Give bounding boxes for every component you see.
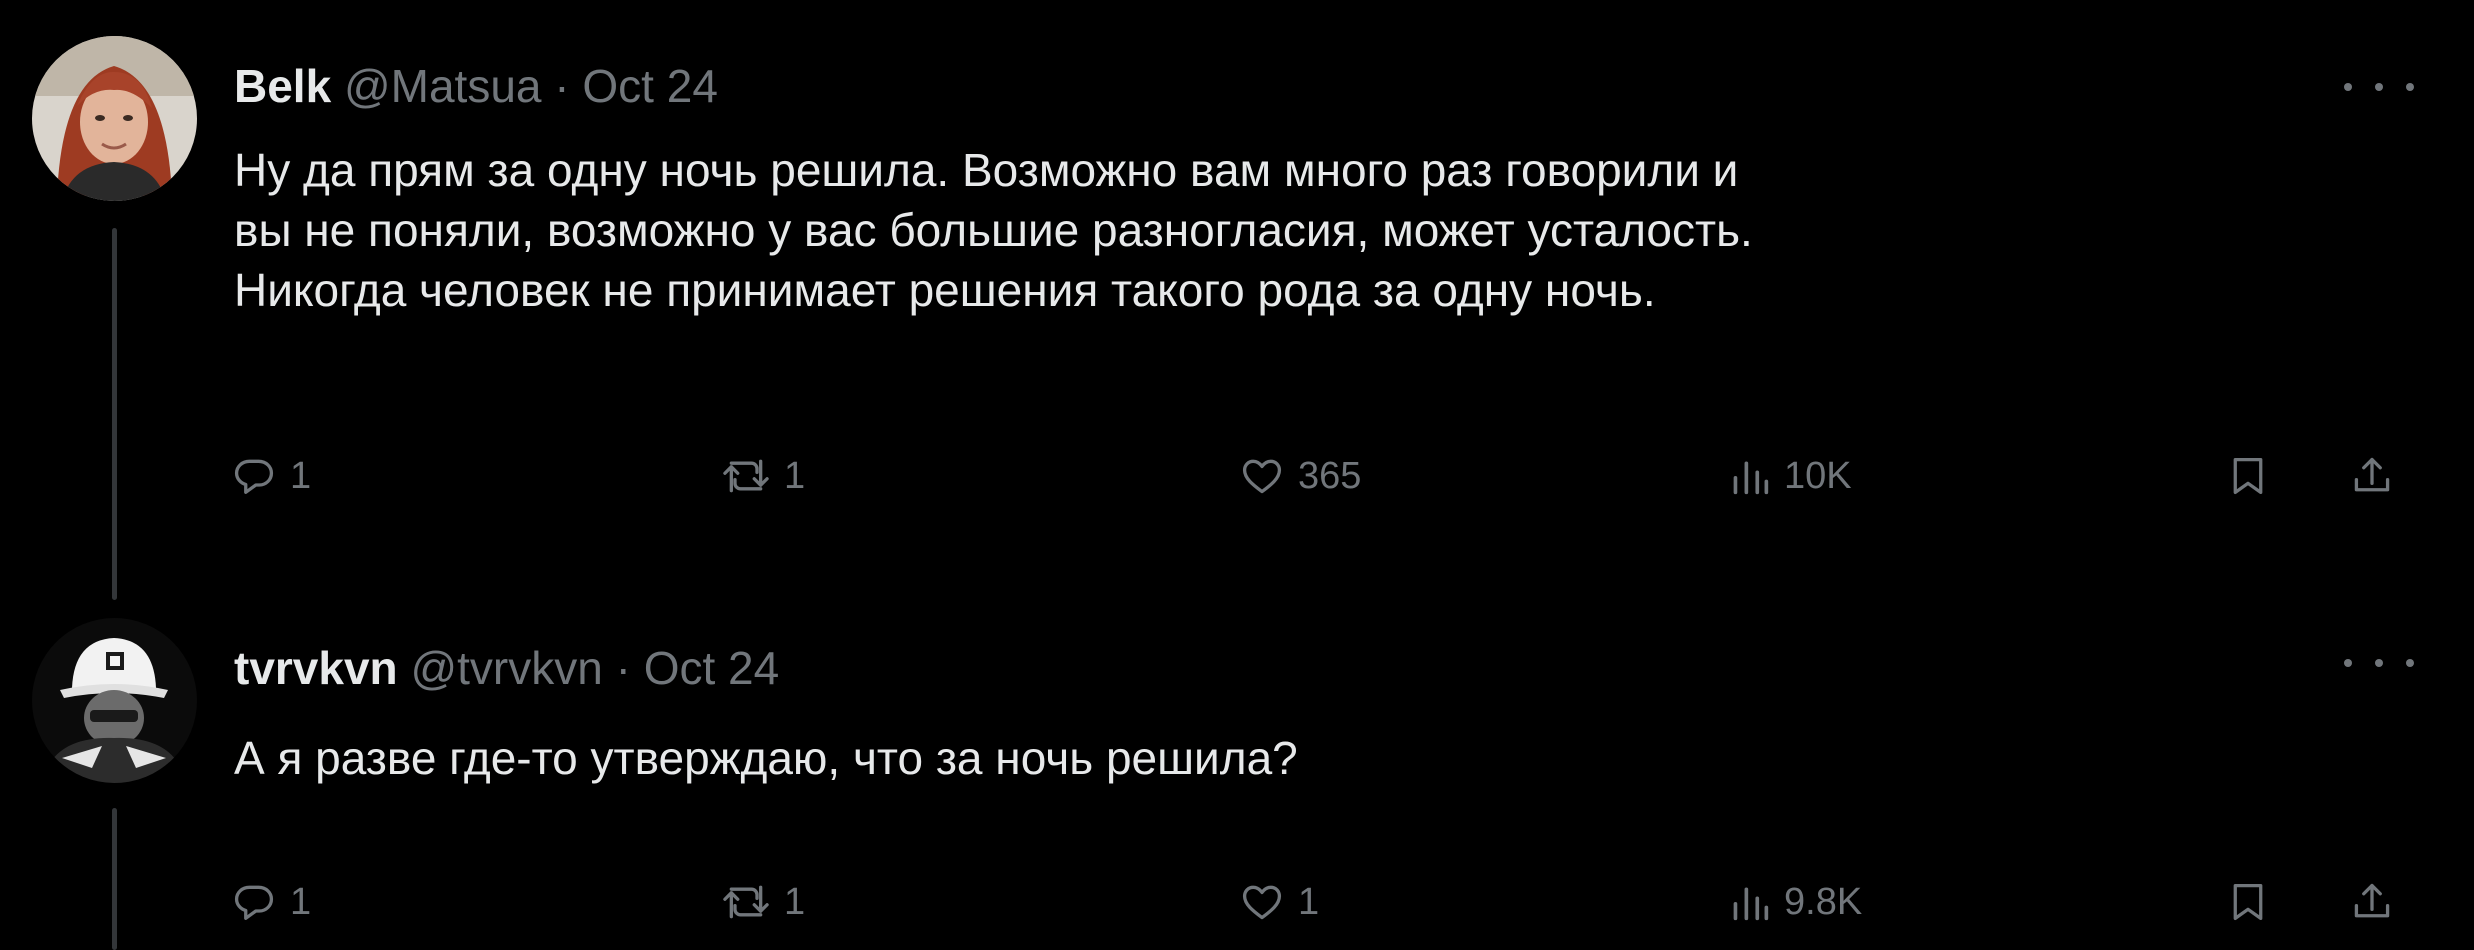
like-count: 1 [1298, 880, 1320, 923]
author-name[interactable]: Belk [234, 60, 331, 112]
like-button[interactable]: 1 [1240, 872, 1319, 932]
tweet-text: Ну да прям за одну ночь решила. Возможно… [234, 140, 2424, 320]
views-button[interactable]: 9.8K [1730, 872, 1862, 932]
separator-dot: · [554, 60, 570, 112]
bookmark-icon [2233, 884, 2263, 920]
share-icon [2354, 883, 2390, 918]
tweet-date[interactable]: Oct 24 [644, 642, 780, 694]
tweet-text-line: Ну да прям за одну ночь решила. Возможно… [234, 144, 1739, 196]
avatar[interactable] [32, 36, 197, 201]
more-horizontal-icon[interactable] [2344, 648, 2414, 678]
more-horizontal-icon[interactable] [2344, 72, 2414, 102]
reply-count: 1 [290, 880, 312, 923]
bookmark-button[interactable] [2228, 872, 2268, 932]
repost-count: 1 [784, 454, 806, 497]
repost-button[interactable]: 1 [722, 872, 805, 932]
reply-button[interactable]: 1 [232, 872, 311, 932]
thread-line [112, 808, 117, 950]
repost-button[interactable]: 1 [722, 446, 805, 506]
share-button[interactable] [2350, 446, 2394, 506]
bar-chart-icon [1733, 887, 1769, 921]
tweet-text: А я разве где-то утверждаю, что за ночь … [234, 728, 2424, 788]
bookmark-button[interactable] [2228, 446, 2268, 506]
share-button[interactable] [2350, 872, 2394, 932]
tweet-date[interactable]: Oct 24 [582, 60, 718, 112]
tweet-text-line: Никогда человек не принимает решения так… [234, 264, 1656, 316]
views-count: 9.8K [1784, 880, 1863, 923]
thread-line [112, 228, 117, 600]
bookmark-icon [2233, 458, 2263, 494]
like-count: 365 [1298, 454, 1362, 497]
tweet[interactable]: Belk @Matsua · Oct 24 Ну да прям за одну… [0, 0, 2474, 600]
repost-icon [723, 459, 769, 493]
heart-icon [1242, 459, 1282, 494]
avatar[interactable] [32, 618, 197, 783]
author-handle[interactable]: @Matsua [344, 60, 542, 112]
tweet-text-line: вы не поняли, возможно у вас большие раз… [234, 204, 1753, 256]
tweet[interactable]: tvrvkvn @tvrvkvn · Oct 24 А я разве где-… [0, 600, 2474, 950]
bar-chart-icon [1733, 461, 1769, 495]
share-icon [2354, 457, 2390, 492]
separator-dot: · [615, 642, 631, 694]
repost-icon [723, 885, 769, 919]
profile-photo-icon [32, 36, 197, 201]
reply-icon [234, 459, 274, 494]
author-handle[interactable]: @tvrvkvn [410, 642, 602, 694]
repost-count: 1 [784, 880, 806, 923]
reply-count: 1 [290, 454, 312, 497]
tweet-header: Belk @Matsua · Oct 24 [234, 58, 718, 114]
heart-icon [1242, 885, 1282, 920]
reply-button[interactable]: 1 [232, 446, 311, 506]
views-count: 10K [1784, 454, 1852, 497]
tweet-header: tvrvkvn @tvrvkvn · Oct 24 [234, 640, 779, 696]
like-button[interactable]: 365 [1240, 446, 1361, 506]
profile-photo-icon [32, 618, 197, 783]
author-name[interactable]: tvrvkvn [234, 642, 398, 694]
views-button[interactable]: 10K [1730, 446, 1852, 506]
tweet-text-line: А я разве где-то утверждаю, что за ночь … [234, 732, 1298, 784]
reply-icon [234, 885, 274, 920]
